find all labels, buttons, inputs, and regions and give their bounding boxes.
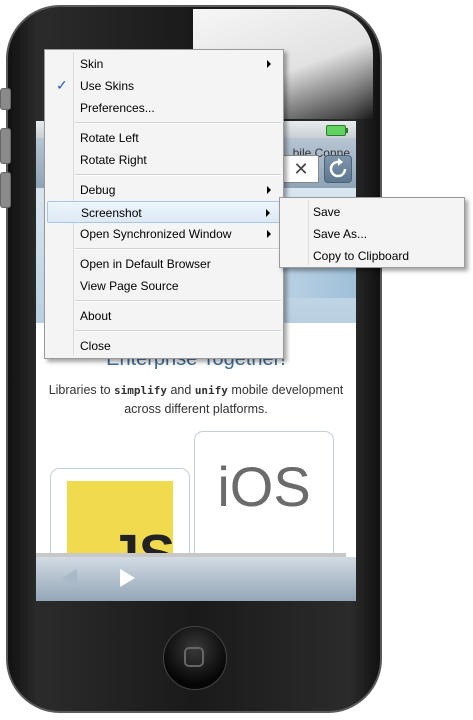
submenu-arrow-icon: [267, 230, 271, 238]
reload-glyph: [329, 158, 347, 178]
menu-item-open-in-default-browser[interactable]: Open in Default Browser: [47, 253, 281, 275]
context-menu: Skin ✓ Use Skins Preferences... Rotate L…: [44, 49, 284, 359]
menu-item-rotate-left[interactable]: Rotate Left: [47, 127, 281, 149]
menu-item-label: Skin: [80, 57, 104, 71]
mute-switch: [0, 88, 11, 110]
menu-item-label: Rotate Left: [80, 131, 139, 145]
menu-item-label: Debug: [80, 183, 116, 197]
menu-item-skin[interactable]: Skin: [47, 53, 281, 75]
home-square-icon: [184, 647, 204, 667]
url-clear-icon[interactable]: ✕: [284, 155, 319, 183]
submenu-arrow-icon: [266, 209, 270, 217]
reload-icon[interactable]: [324, 155, 352, 183]
menu-separator: [75, 300, 281, 302]
menu-separator: [75, 122, 281, 124]
menu-item-rotate-right[interactable]: Rotate Right: [47, 149, 281, 171]
volume-up-button: [0, 128, 11, 164]
submenu-item-save-as[interactable]: Save As...: [282, 223, 462, 245]
menu-item-about[interactable]: About: [47, 305, 281, 327]
subtext-part: Libraries to: [48, 383, 115, 397]
submenu-arrow-icon: [267, 60, 271, 68]
submenu-item-label: Copy to Clipboard: [313, 249, 410, 263]
menu-item-label: Use Skins: [80, 79, 135, 93]
submenu-item-copy-to-clipboard[interactable]: Copy to Clipboard: [282, 245, 462, 267]
menu-item-preferences[interactable]: Preferences...: [47, 97, 281, 119]
subtext-unify: unify: [194, 384, 228, 397]
menu-item-label: Open Synchronized Window: [80, 227, 232, 241]
menu-item-label: Rotate Right: [80, 153, 147, 167]
menu-separator: [75, 330, 281, 332]
menu-item-view-page-source[interactable]: View Page Source: [47, 275, 281, 297]
browser-toolbar: [36, 557, 356, 601]
menu-item-label: Preferences...: [80, 101, 155, 115]
menu-item-label: Close: [80, 339, 111, 353]
submenu-item-label: Save: [313, 205, 341, 219]
back-arrow-icon[interactable]: [62, 569, 77, 587]
submenu-arrow-icon: [267, 186, 271, 194]
menu-item-screenshot[interactable]: Screenshot: [47, 201, 281, 223]
ios-logo-text: iOS: [217, 455, 311, 518]
battery-icon: [326, 125, 348, 136]
menu-item-open-synchronized-window[interactable]: Open Synchronized Window: [47, 223, 281, 245]
volume-down-button: [0, 172, 11, 208]
submenu-item-save[interactable]: Save: [282, 201, 462, 223]
subtext-part: and: [167, 383, 195, 397]
menu-item-label: Open in Default Browser: [80, 257, 211, 271]
menu-item-debug[interactable]: Debug: [47, 179, 281, 201]
subtext-simplify: simplify: [114, 384, 167, 397]
menu-item-label: About: [80, 309, 112, 323]
home-button[interactable]: [163, 626, 227, 690]
menu-separator: [75, 174, 281, 176]
menu-separator: [75, 248, 281, 250]
forward-arrow-icon[interactable]: [120, 569, 135, 587]
checkmark-icon: ✓: [56, 77, 68, 93]
menu-item-label: View Page Source: [80, 279, 179, 293]
menu-item-close[interactable]: Close: [47, 335, 281, 357]
submenu-item-label: Save As...: [313, 227, 368, 241]
menu-item-label: Screenshot: [81, 206, 142, 220]
page-subtext: Libraries to simplify and unify mobile d…: [46, 381, 346, 418]
screenshot-submenu: Save Save As... Copy to Clipboard: [279, 197, 465, 268]
menu-item-use-skins[interactable]: ✓ Use Skins: [47, 75, 281, 97]
